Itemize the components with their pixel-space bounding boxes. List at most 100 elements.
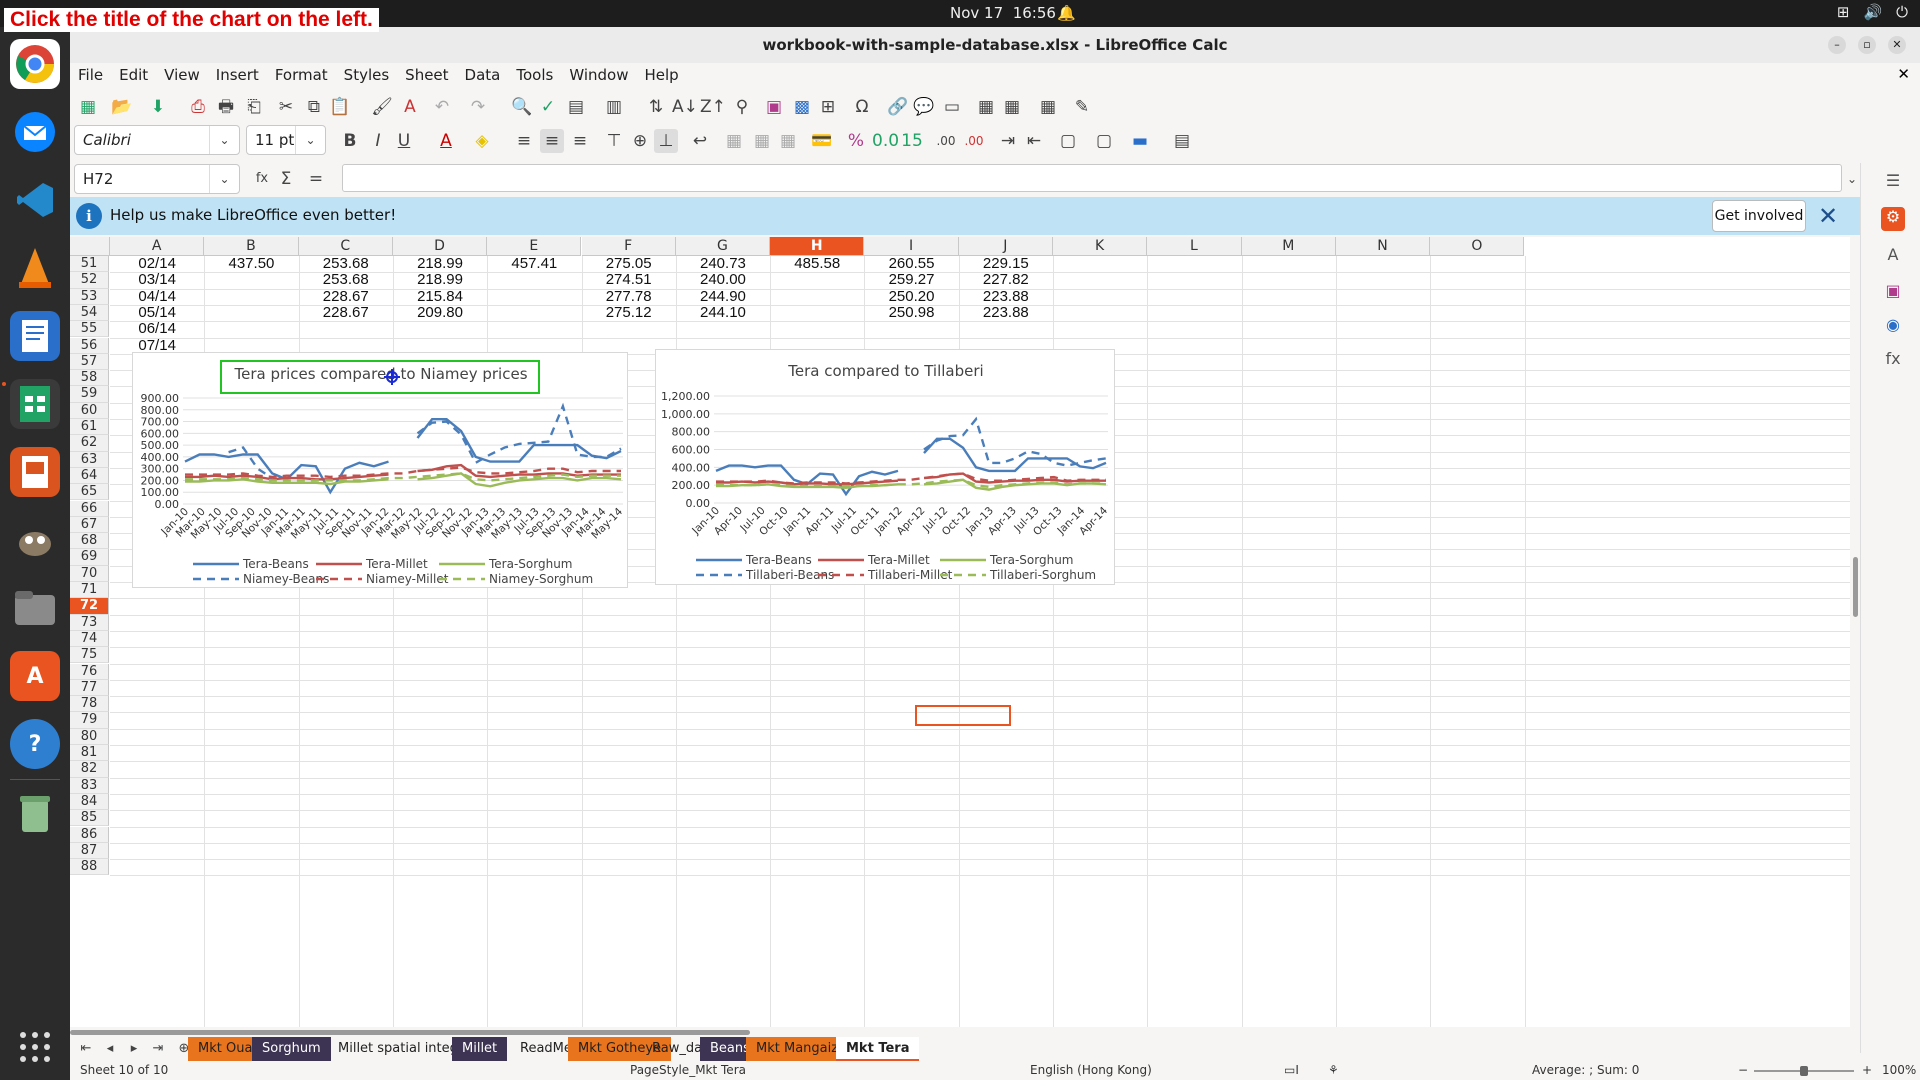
align-bottom-icon[interactable]: ⊥ [654,129,678,153]
software-store-icon[interactable]: A [10,651,60,701]
properties-icon[interactable]: ⚙ [1881,207,1905,231]
formula-icon[interactable]: = [304,167,328,191]
open-icon[interactable]: 📂 [110,95,134,119]
row-header-60[interactable]: 60 [70,402,109,419]
menu-styles[interactable]: Styles [336,63,398,89]
cell-i54[interactable]: 250.98 [864,304,958,321]
row-header-73[interactable]: 73 [70,614,109,631]
vertical-scrollbar[interactable] [1852,237,1860,1027]
special-character-icon[interactable]: Ω [850,95,874,119]
align-left-icon[interactable]: ≡ [512,129,536,153]
row-header-77[interactable]: 77 [70,679,109,697]
cell-c52[interactable]: 253.68 [299,271,393,288]
selection-summary[interactable]: Average: ; Sum: 0 [1532,1063,1639,1077]
help-icon[interactable]: ? [10,719,60,769]
cell-e51[interactable]: 457.41 [487,255,581,272]
chart-tera-vs-tillaberi[interactable]: Tera compared to Tillaberi 1,200.00 1,000.… [655,349,1115,585]
cell-i51[interactable]: 260.55 [864,255,958,272]
row-header-70[interactable]: 70 [70,565,109,582]
column-header-a[interactable]: A [110,237,205,256]
writer-icon[interactable] [10,311,60,361]
column-header-f[interactable]: F [581,237,676,256]
autofilter-icon[interactable]: ⚲ [730,95,754,119]
minimize-button[interactable]: – [1828,36,1846,54]
menu-window[interactable]: Window [561,63,636,89]
column-header-m[interactable]: M [1241,237,1336,256]
row-header-69[interactable]: 69 [70,549,109,566]
row-header-78[interactable]: 78 [70,696,109,713]
cell-a55[interactable]: 06/14 [110,320,204,337]
formula-input[interactable] [342,164,1842,192]
decrease-indent-icon[interactable]: ⇤ [1022,129,1046,153]
define-print-area-icon[interactable]: ▦ [974,95,998,119]
spreadsheet-grid[interactable]: ABCDEFGHIJKLMNO 51 52 53 54 55 56 57 58 59 60 61 62… [70,237,1850,1027]
menu-tools[interactable]: Tools [508,63,561,89]
underline-icon[interactable]: U [392,129,416,153]
row-header-72[interactable]: 72 [70,598,109,615]
page-style[interactable]: PageStyle_Mkt Tera [630,1063,746,1077]
window-titlebar[interactable]: workbook-with-sample-database.xlsx - Lib… [70,27,1920,63]
column-header-d[interactable]: D [392,237,488,256]
functions-icon[interactable]: fx [1881,349,1905,373]
increase-indent-icon[interactable]: ⇥ [996,129,1020,153]
add-decimal-icon[interactable]: .00 [934,129,958,153]
pivot-table-icon[interactable]: ⊞ [816,95,840,119]
chart-tera-vs-niamey[interactable]: Tera prices compared to Niamey prices 900… [132,352,628,588]
vscode-icon[interactable] [10,175,60,225]
sheet-tab-mkt-tera[interactable]: Mkt Tera [836,1037,920,1061]
selection-mode-icon[interactable]: ▭I [1284,1063,1299,1077]
select-all-corner[interactable] [70,237,110,256]
row-header-61[interactable]: 61 [70,419,109,436]
cell-c53[interactable]: 228.67 [299,288,393,305]
bold-icon[interactable]: B [338,129,362,153]
gimp-icon[interactable] [10,515,60,565]
cell-a53[interactable]: 04/14 [110,288,204,305]
zoom-level[interactable]: 100% [1882,1063,1916,1077]
clear-formatting-icon[interactable]: A [398,95,422,119]
column-header-l[interactable]: L [1147,237,1242,256]
cell-a51[interactable]: 02/14 [110,255,204,272]
column-header-i[interactable]: I [864,237,959,256]
column-header-j[interactable]: J [958,237,1053,256]
previous-sheet-icon[interactable]: ◂ [98,1037,122,1061]
insert-chart-icon[interactable]: ▩ [790,95,814,119]
clone-formatting-icon[interactable]: 🖌 [370,95,394,119]
row-header-65[interactable]: 65 [70,484,109,501]
maximize-button[interactable]: ▫ [1858,36,1876,54]
cell-j53[interactable]: 223.88 [959,288,1053,305]
save-icon[interactable]: ⬇ [146,95,170,119]
impress-icon[interactable] [10,447,60,497]
sum-icon[interactable]: Σ [274,167,298,191]
column-header-e[interactable]: E [487,237,582,256]
styles-icon[interactable]: A [1881,245,1905,269]
cell-d52[interactable]: 218.99 [393,271,487,288]
comment-icon[interactable]: 💬 [912,95,936,119]
export-pdf-icon[interactable]: ⎙ [186,95,210,119]
thunderbird-icon[interactable] [10,107,60,157]
center-vertically-icon[interactable]: ⊕ [628,129,652,153]
cell-h51[interactable]: 485.58 [770,255,864,272]
font-name-combo[interactable]: Calibri ⌄ [74,125,240,155]
row-header-66[interactable]: 66 [70,500,109,517]
print-preview-icon[interactable]: ⎗ [242,95,266,119]
cell-a54[interactable]: 05/14 [110,304,204,321]
first-sheet-icon[interactable]: ⇤ [74,1037,98,1061]
files-icon[interactable] [10,583,60,633]
cell-c54[interactable]: 228.67 [299,304,393,321]
cell-g53[interactable]: 244.90 [676,288,770,305]
close-document-icon[interactable]: ✕ [1897,65,1910,83]
language-indicator[interactable]: English (Hong Kong) [1030,1063,1152,1077]
gallery-icon[interactable]: ▣ [1881,281,1905,305]
column-header-b[interactable]: B [204,237,299,256]
cell-d53[interactable]: 215.84 [393,288,487,305]
border-color-icon[interactable]: ▬ [1128,129,1152,153]
system-tray[interactable]: ⊞ 🔊 ⏻ [1837,3,1908,21]
cell-f52[interactable]: 274.51 [582,271,676,288]
sheet-tab-millet[interactable]: Millet [452,1037,508,1061]
sort-ascending-icon[interactable]: A↓ [672,95,698,119]
column-header-h[interactable]: H [770,237,865,256]
row-header-56[interactable]: 56 [70,337,109,354]
row-header-71[interactable]: 71 [70,582,109,599]
align-center-icon[interactable]: ≡ [540,129,564,153]
header-footer-icon[interactable]: ▭ [940,95,964,119]
